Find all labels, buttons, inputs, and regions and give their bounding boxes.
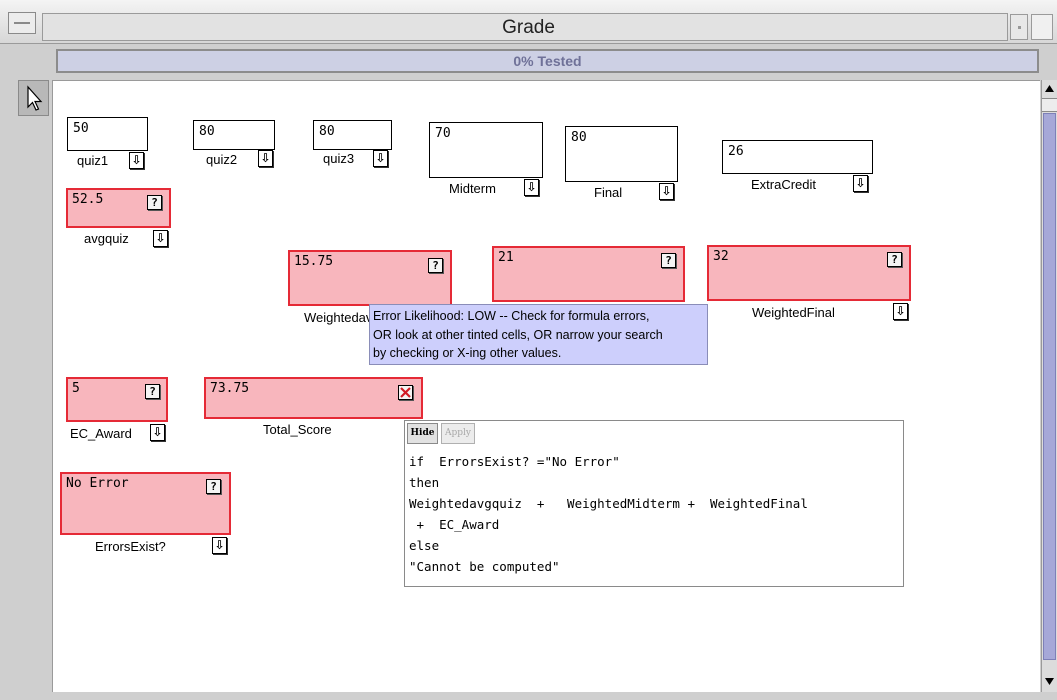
vertical-scrollbar[interactable]	[1041, 80, 1057, 692]
arrow-down-icon[interactable]: ⇩	[212, 537, 227, 554]
cell-value: 32	[713, 249, 729, 264]
cell-quiz3[interactable]: 80	[313, 120, 392, 150]
cell-label-avgquiz: avgquiz	[84, 231, 129, 246]
cell-weightedfinal[interactable]: 32 ?	[707, 245, 911, 301]
pointer-tool-button[interactable]	[18, 80, 49, 116]
cell-value: 70	[435, 126, 451, 141]
cell-final[interactable]: 80	[565, 126, 678, 182]
pointer-arrow-icon	[27, 85, 43, 111]
scroll-down-icon[interactable]	[1042, 672, 1057, 690]
cell-value: 52.5	[72, 192, 104, 207]
cell-ec-award[interactable]: 5 ?	[66, 377, 168, 422]
cell-label-quiz1: quiz1	[77, 153, 109, 168]
cell-label-extracredit: ExtraCredit	[751, 177, 817, 192]
cell-label-total-score: Total_Score	[263, 422, 332, 437]
tooltip-line: by checking or X-ing other values.	[373, 346, 562, 360]
cell-errorsexist[interactable]: No Error ?	[60, 472, 231, 535]
formula-text[interactable]: if ErrorsExist? ="No Error" then Weighte…	[409, 451, 899, 577]
zoom-button[interactable]	[1010, 14, 1028, 40]
question-icon[interactable]: ?	[887, 252, 902, 267]
cell-weightedmidterm[interactable]: 21 ?	[492, 246, 685, 302]
cell-midterm[interactable]: 70	[429, 122, 543, 178]
collapse-button[interactable]	[1031, 14, 1053, 40]
cell-avgquiz[interactable]: 52.5 ?	[66, 188, 171, 228]
cell-label-ec-award: EC_Award	[70, 426, 132, 441]
arrow-down-icon[interactable]: ⇩	[524, 179, 539, 196]
hide-button[interactable]: Hide	[407, 423, 438, 444]
tooltip-line: Error Likelihood: LOW -- Check for formu…	[373, 309, 650, 323]
question-icon[interactable]: ?	[428, 258, 443, 273]
cell-value: 73.75	[210, 381, 250, 396]
question-icon[interactable]: ?	[147, 195, 162, 210]
tooltip-line: OR look at other tinted cells, OR narrow…	[373, 327, 663, 342]
window-title: Grade	[502, 17, 555, 38]
window-title-bar[interactable]: Grade	[0, 0, 1057, 44]
arrow-down-icon[interactable]: ⇩	[853, 175, 868, 192]
question-icon[interactable]: ?	[145, 384, 160, 399]
scroll-track[interactable]	[1042, 98, 1057, 112]
cell-label-errorsexist: ErrorsExist?	[95, 539, 166, 554]
cell-label-final: Final	[594, 185, 623, 200]
cell-value: 21	[498, 250, 514, 265]
question-icon[interactable]: ?	[661, 253, 676, 268]
arrow-down-icon[interactable]: ⇩	[258, 150, 273, 167]
cell-extracredit[interactable]: 26	[722, 140, 873, 174]
cell-label-quiz3: quiz3	[323, 151, 355, 166]
testedness-status: 0% Tested	[56, 49, 1039, 73]
cell-weightedavgquiz[interactable]: 15.75 ?	[288, 250, 452, 306]
cell-value: 50	[73, 121, 89, 136]
cell-value: 15.75	[294, 254, 334, 269]
cell-value: 5	[72, 381, 80, 396]
cell-label-weightedfinal: WeightedFinal	[752, 305, 835, 320]
cell-quiz2[interactable]: 80	[193, 120, 275, 150]
x-mark-icon[interactable]	[398, 385, 413, 400]
spreadsheet-canvas[interactable]	[52, 80, 1040, 692]
cell-value: No Error	[66, 476, 129, 491]
scroll-up-icon[interactable]	[1042, 80, 1057, 98]
apply-button[interactable]: Apply	[441, 423, 475, 444]
question-icon[interactable]: ?	[206, 479, 221, 494]
formula-editor[interactable]: Hide Apply if ErrorsExist? ="No Error" t…	[404, 420, 904, 587]
arrow-down-icon[interactable]: ⇩	[153, 230, 168, 247]
arrow-down-icon[interactable]: ⇩	[129, 152, 144, 169]
arrow-down-icon[interactable]: ⇩	[150, 424, 165, 441]
cell-total-score[interactable]: 73.75	[204, 377, 423, 419]
arrow-down-icon[interactable]: ⇩	[659, 183, 674, 200]
arrow-down-icon[interactable]: ⇩	[373, 150, 388, 167]
arrow-down-icon[interactable]: ⇩	[893, 303, 908, 320]
cell-value: 80	[199, 124, 215, 139]
cell-quiz1[interactable]: 50	[67, 117, 148, 151]
cell-value: 26	[728, 144, 744, 159]
scroll-thumb[interactable]	[1043, 113, 1056, 660]
cell-value: 80	[319, 124, 335, 139]
cell-label-quiz2: quiz2	[206, 152, 238, 167]
error-likelihood-tooltip: Error Likelihood: LOW -- Check for formu…	[369, 304, 708, 365]
cell-value: 80	[571, 130, 587, 145]
cell-label-midterm: Midterm	[449, 181, 496, 196]
